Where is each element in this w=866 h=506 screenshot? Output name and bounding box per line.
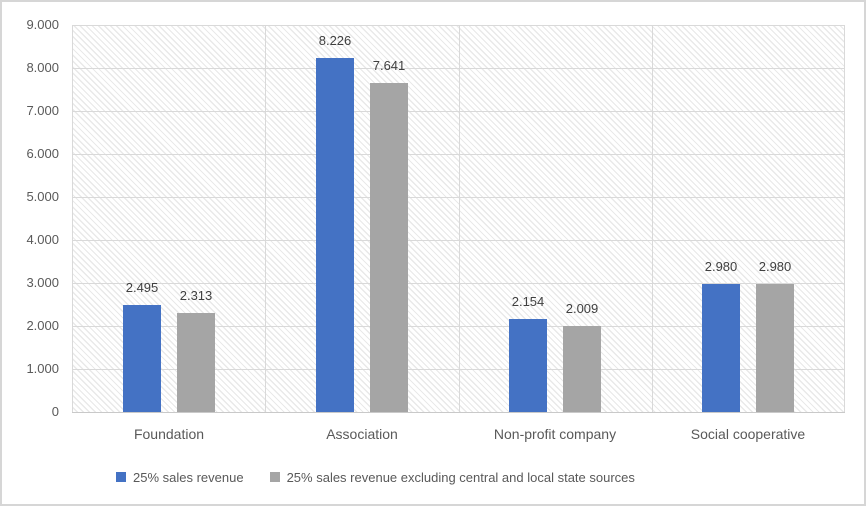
data-label: 2.980 — [759, 259, 792, 275]
y-axis-tick-label: 0 — [10, 404, 59, 420]
bar-series1-social-cooperative — [702, 284, 740, 412]
legend-swatch-icon — [270, 472, 280, 482]
legend-item: 25% sales revenue — [116, 470, 244, 485]
x-axis-line — [72, 412, 845, 413]
plot-area: 2.495 2.313 8.226 7.641 2.154 2.009 2.980 2.980 — [72, 25, 845, 412]
bar-series2-non-profit-company — [563, 326, 601, 412]
y-axis-tick-label: 9.000 — [10, 17, 59, 33]
y-axis-tick-label: 6.000 — [10, 146, 59, 162]
bar-series2-foundation — [177, 313, 215, 412]
y-axis-tick-label: 1.000 — [10, 361, 59, 377]
data-label: 2.009 — [566, 301, 599, 317]
bar-series1-non-profit-company — [509, 319, 547, 412]
data-label: 2.495 — [126, 280, 159, 296]
vertical-gridline — [72, 25, 73, 412]
bar-series1-association — [316, 58, 354, 412]
x-axis-category-label: Non-profit company — [494, 425, 616, 443]
data-label: 2.313 — [180, 288, 213, 304]
legend-swatch-icon — [116, 472, 126, 482]
y-axis-tick-label: 5.000 — [10, 189, 59, 205]
bar-series2-social-cooperative — [756, 284, 794, 412]
data-label: 8.226 — [319, 33, 352, 49]
data-label: 2.154 — [512, 294, 545, 310]
y-axis-tick-label: 3.000 — [10, 275, 59, 291]
legend-label: 25% sales revenue — [133, 470, 244, 485]
y-axis-tick-label: 2.000 — [10, 318, 59, 334]
x-axis-category-label: Association — [326, 425, 398, 443]
vertical-gridline — [844, 25, 845, 412]
data-label: 2.980 — [705, 259, 738, 275]
legend-item: 25% sales revenue excluding central and … — [270, 470, 635, 485]
bar-series1-foundation — [123, 305, 161, 412]
data-label: 7.641 — [373, 58, 406, 74]
x-axis-category-label: Foundation — [134, 425, 204, 443]
y-axis-tick-label: 4.000 — [10, 232, 59, 248]
vertical-gridline — [265, 25, 266, 412]
bar-series2-association — [370, 83, 408, 412]
y-axis-tick-label: 7.000 — [10, 103, 59, 119]
legend: 25% sales revenue 25% sales revenue exclu… — [116, 468, 635, 486]
y-axis-tick-label: 8.000 — [10, 60, 59, 76]
vertical-gridline — [459, 25, 460, 412]
vertical-gridline — [652, 25, 653, 412]
bar-chart: 2.495 2.313 8.226 7.641 2.154 2.009 2.980 2.980… — [0, 0, 866, 506]
x-axis-category-label: Social cooperative — [691, 425, 805, 443]
legend-label: 25% sales revenue excluding central and … — [287, 470, 635, 485]
